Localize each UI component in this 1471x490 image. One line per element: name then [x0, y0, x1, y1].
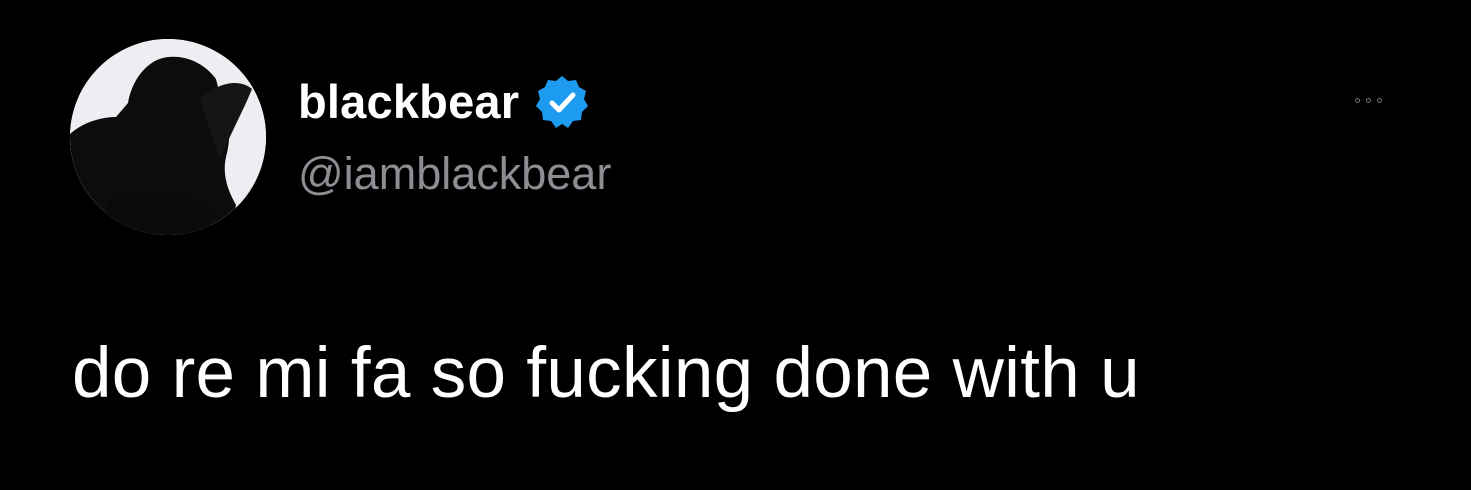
- more-dot: [1365, 97, 1371, 103]
- more-dot: [1376, 97, 1382, 103]
- tweet-card: blackbear @iamblackbear do re mi fa so f…: [0, 0, 1471, 490]
- author-display-name[interactable]: blackbear: [298, 70, 519, 134]
- more-dot: [1354, 97, 1360, 103]
- verified-badge-icon: [533, 73, 591, 131]
- author-handle[interactable]: @iamblackbear: [298, 144, 611, 204]
- avatar-silhouette-image: [70, 39, 266, 235]
- tweet-text: do re mi fa so fucking done with u: [72, 334, 1140, 413]
- avatar[interactable]: [70, 39, 266, 235]
- author-name-row: blackbear: [298, 70, 591, 134]
- more-options-icon[interactable]: [1338, 88, 1398, 112]
